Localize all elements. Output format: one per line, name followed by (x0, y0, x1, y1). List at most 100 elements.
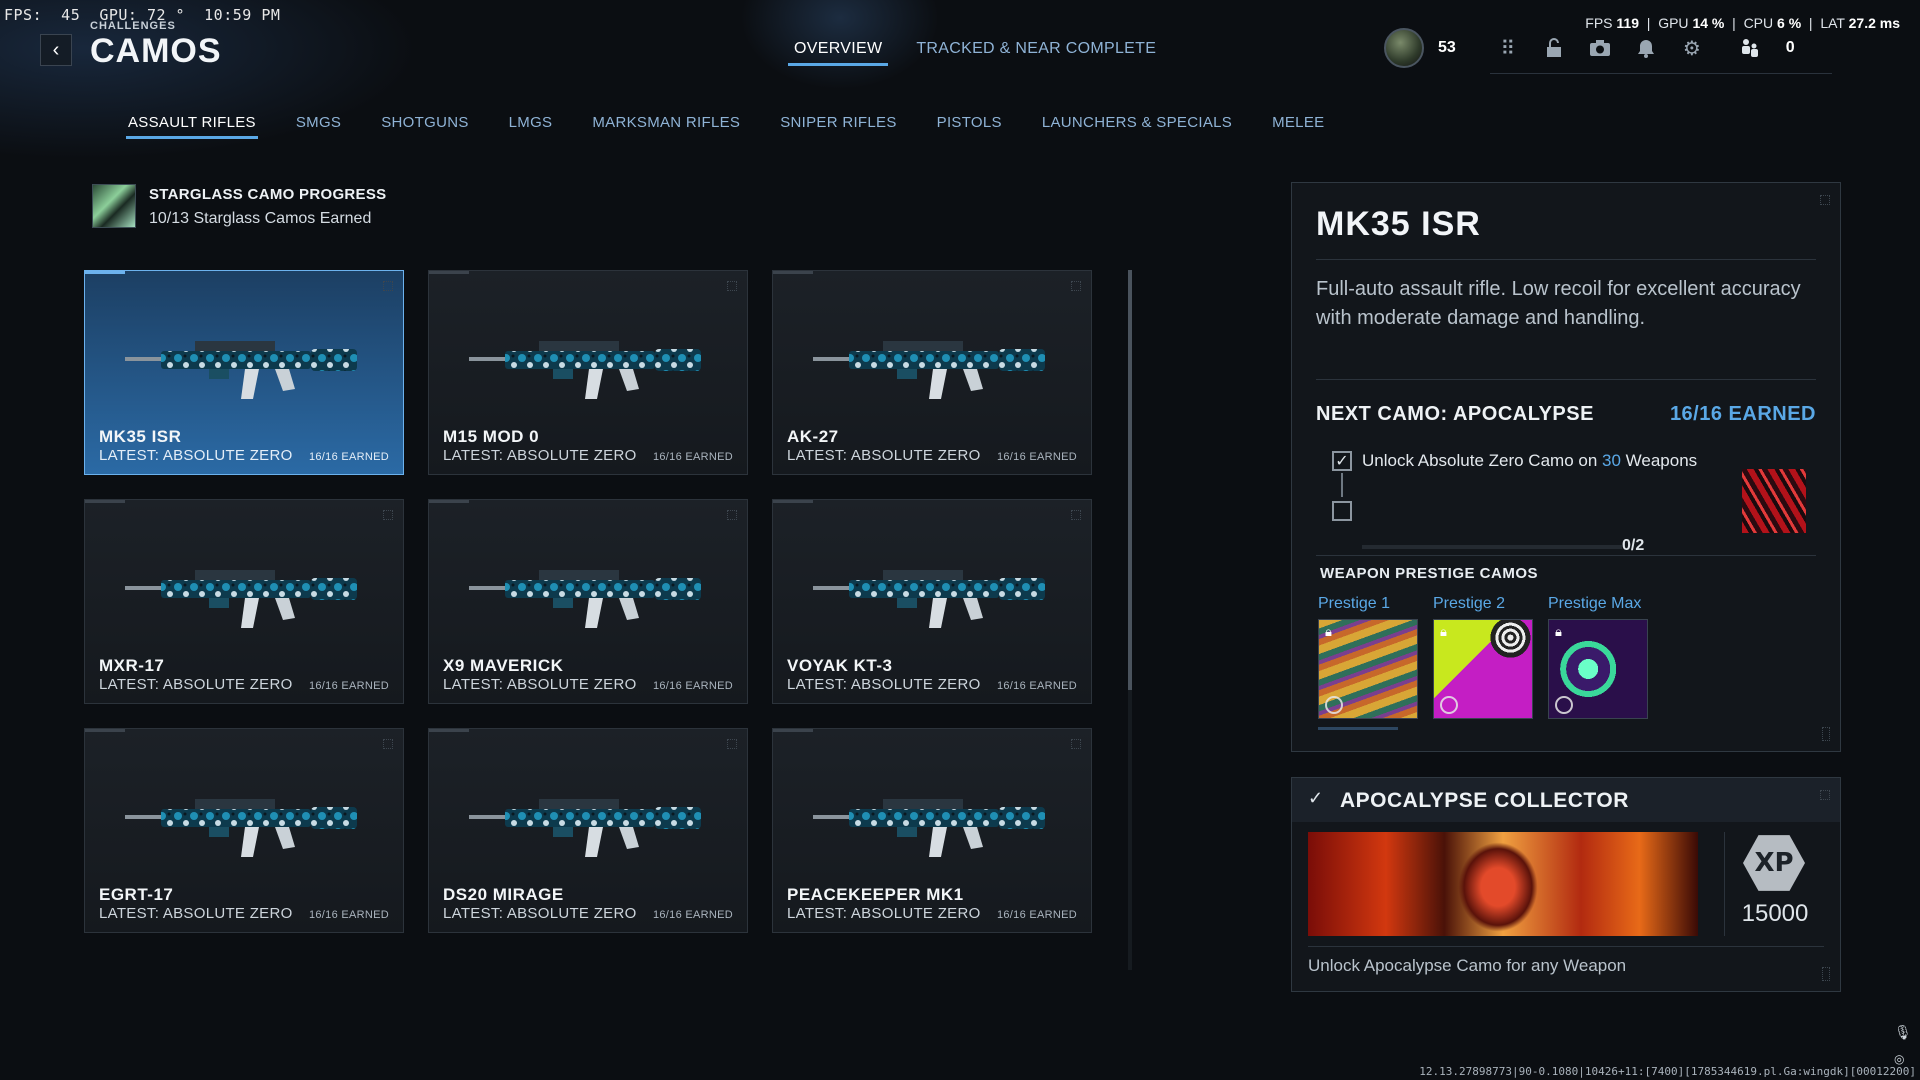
card-corner (1071, 510, 1081, 520)
prestige-label: Prestige 2 (1433, 595, 1506, 612)
card-corner (1071, 281, 1081, 291)
xp-amount: 15000 (1741, 900, 1809, 927)
weapon-name: DS20 MIRAGE (443, 885, 564, 904)
avatar[interactable] (1384, 28, 1424, 68)
weapon-card[interactable]: AK-27 LATEST: ABSOLUTE ZERO 16/16 EARNED (772, 270, 1092, 475)
microphone-icon[interactable]: 🎙︎ (1894, 1024, 1912, 1041)
card-corner (1071, 739, 1081, 749)
xp-reward: XP 15000 (1724, 832, 1824, 936)
weapon-earned: 16/16 EARNED (308, 680, 389, 692)
collector-description: Unlock Apocalypse Camo for any Weapon (1308, 956, 1627, 975)
weapon-card[interactable]: PEACEKEEPER MK1 LATEST: ABSOLUTE ZERO 16… (772, 728, 1092, 933)
tab-pistols[interactable]: PISTOLS (937, 114, 1002, 139)
next-camo-earned: 16/16 EARNED (1669, 403, 1816, 425)
lock-icon: 🔒︎ (1440, 624, 1447, 639)
weapon-name: EGRT-17 (99, 885, 174, 904)
card-corner (727, 510, 737, 520)
tab-shotguns[interactable]: SHOTGUNS (381, 114, 468, 139)
weapon-card[interactable]: M15 MOD 0 LATEST: ABSOLUTE ZERO 16/16 EA… (428, 270, 748, 475)
prestige-camo-1[interactable]: Prestige 1 🔒︎ (1318, 595, 1418, 719)
weapon-earned: 16/16 EARNED (996, 451, 1077, 463)
camera-icon[interactable] (1586, 34, 1614, 62)
weapon-earned: 16/16 EARNED (652, 680, 733, 692)
prestige-label: Prestige Max (1548, 595, 1642, 612)
card-indicator (85, 729, 125, 732)
lock-icon: 🔒︎ (1325, 624, 1332, 639)
weapon-earned: 16/16 EARNED (652, 909, 733, 921)
collector-reward-image (1308, 832, 1698, 936)
prestige-scrollbar[interactable] (1318, 727, 1398, 730)
bell-icon[interactable] (1632, 34, 1660, 62)
weapon-card[interactable]: VOYAK KT-3 LATEST: ABSOLUTE ZERO 16/16 E… (772, 499, 1092, 704)
chevron-left-icon: ‹ (52, 38, 60, 61)
tab-tracked[interactable]: TRACKED & NEAR COMPLETE (916, 40, 1156, 66)
grid-scrollbar-thumb[interactable] (1128, 270, 1132, 690)
challenge-progress-count: 0/2 (1622, 537, 1645, 554)
detail-description: Full-auto assault rifle. Low recoil for … (1316, 278, 1801, 329)
card-indicator (773, 271, 813, 274)
tab-assault-rifles[interactable]: ASSAULT RIFLES (126, 114, 258, 139)
tab-sniper-rifles[interactable]: SNIPER RIFLES (780, 114, 896, 139)
card-corner (383, 281, 393, 291)
party-icon[interactable] (1736, 34, 1764, 62)
weapon-latest-camo: LATEST: ABSOLUTE ZERO (787, 447, 981, 464)
rifle-icon (813, 799, 1045, 857)
back-button[interactable]: ‹ (40, 34, 72, 66)
weapon-card[interactable]: MK35 ISR LATEST: ABSOLUTE ZERO 16/16 EAR… (84, 270, 404, 475)
card-corner (727, 739, 737, 749)
weapon-detail-panel: MK35 ISR Full-auto assault rifle. Low re… (1291, 182, 1841, 752)
prestige-swatch: 🔒︎ (1433, 619, 1533, 719)
weapon-card[interactable]: EGRT-17 LATEST: ABSOLUTE ZERO 16/16 EARN… (84, 728, 404, 933)
progress-title: STARGLASS CAMO PROGRESS (149, 186, 387, 203)
weapon-name: VOYAK KT-3 (787, 656, 893, 675)
prestige-badge-icon (1555, 696, 1573, 714)
detail-title: MK35 ISR (1316, 205, 1481, 243)
category-tabs: ASSAULT RIFLES SMGS SHOTGUNS LMGS MARKSM… (126, 114, 1324, 139)
weapon-card[interactable]: X9 MAVERICK LATEST: ABSOLUTE ZERO 16/16 … (428, 499, 748, 704)
card-corner (383, 739, 393, 749)
weapon-card[interactable]: MXR-17 LATEST: ABSOLUTE ZERO 16/16 EARNE… (84, 499, 404, 704)
card-corner (383, 510, 393, 520)
prestige-camo-2[interactable]: Prestige 2 🔒︎ (1433, 595, 1533, 719)
divider (1316, 379, 1816, 380)
card-indicator (429, 271, 469, 274)
tab-launchers-specials[interactable]: LAUNCHERS & SPECIALS (1042, 114, 1232, 139)
player-level: 53 (1438, 39, 1456, 56)
party-count: 0 (1785, 39, 1795, 56)
card-indicator (85, 271, 125, 274)
breadcrumb: CHALLENGES (90, 20, 176, 32)
lock-icon: 🔒︎ (1555, 624, 1562, 639)
collector-title: APOCALYPSE COLLECTOR (1340, 789, 1629, 812)
tab-marksman-rifles[interactable]: MARKSMAN RIFLES (592, 114, 740, 139)
panel-corner (1822, 967, 1830, 981)
player-hud: 53 ⠿ ⚙ 0 (1384, 28, 1795, 68)
weapon-latest-camo: LATEST: ABSOLUTE ZERO (99, 905, 293, 922)
card-indicator (429, 500, 469, 503)
prestige-heading: WEAPON PRESTIGE CAMOS (1320, 565, 1539, 582)
rifle-icon (125, 341, 357, 399)
tab-overview[interactable]: OVERVIEW (787, 40, 889, 66)
card-indicator (773, 729, 813, 732)
prestige-camo-max[interactable]: Prestige Max 🔒︎ (1548, 595, 1648, 719)
tab-lmgs[interactable]: LMGS (509, 114, 553, 139)
weapon-name: X9 MAVERICK (443, 656, 564, 675)
challenge-checkbox-empty (1332, 501, 1352, 521)
rifle-icon (469, 341, 701, 399)
panel-corner (1820, 195, 1830, 205)
challenge-connector (1341, 473, 1343, 497)
weapon-card[interactable]: DS20 MIRAGE LATEST: ABSOLUTE ZERO 16/16 … (428, 728, 748, 933)
rifle-icon (469, 570, 701, 628)
apps-icon[interactable]: ⠿ (1494, 34, 1522, 62)
gear-icon[interactable]: ⚙ (1678, 34, 1706, 62)
weapon-name: M15 MOD 0 (443, 427, 540, 446)
weapon-grid: MK35 ISR LATEST: ABSOLUTE ZERO 16/16 EAR… (84, 270, 1092, 933)
lock-icon[interactable] (1540, 34, 1568, 62)
rifle-icon (813, 570, 1045, 628)
prestige-badge-icon (1440, 696, 1458, 714)
panel-corner (1822, 727, 1830, 741)
weapon-earned: 16/16 EARNED (996, 680, 1077, 692)
weapon-earned: 16/16 EARNED (308, 909, 389, 921)
divider (1308, 946, 1824, 947)
tab-melee[interactable]: MELEE (1272, 114, 1324, 139)
tab-smgs[interactable]: SMGS (296, 114, 341, 139)
